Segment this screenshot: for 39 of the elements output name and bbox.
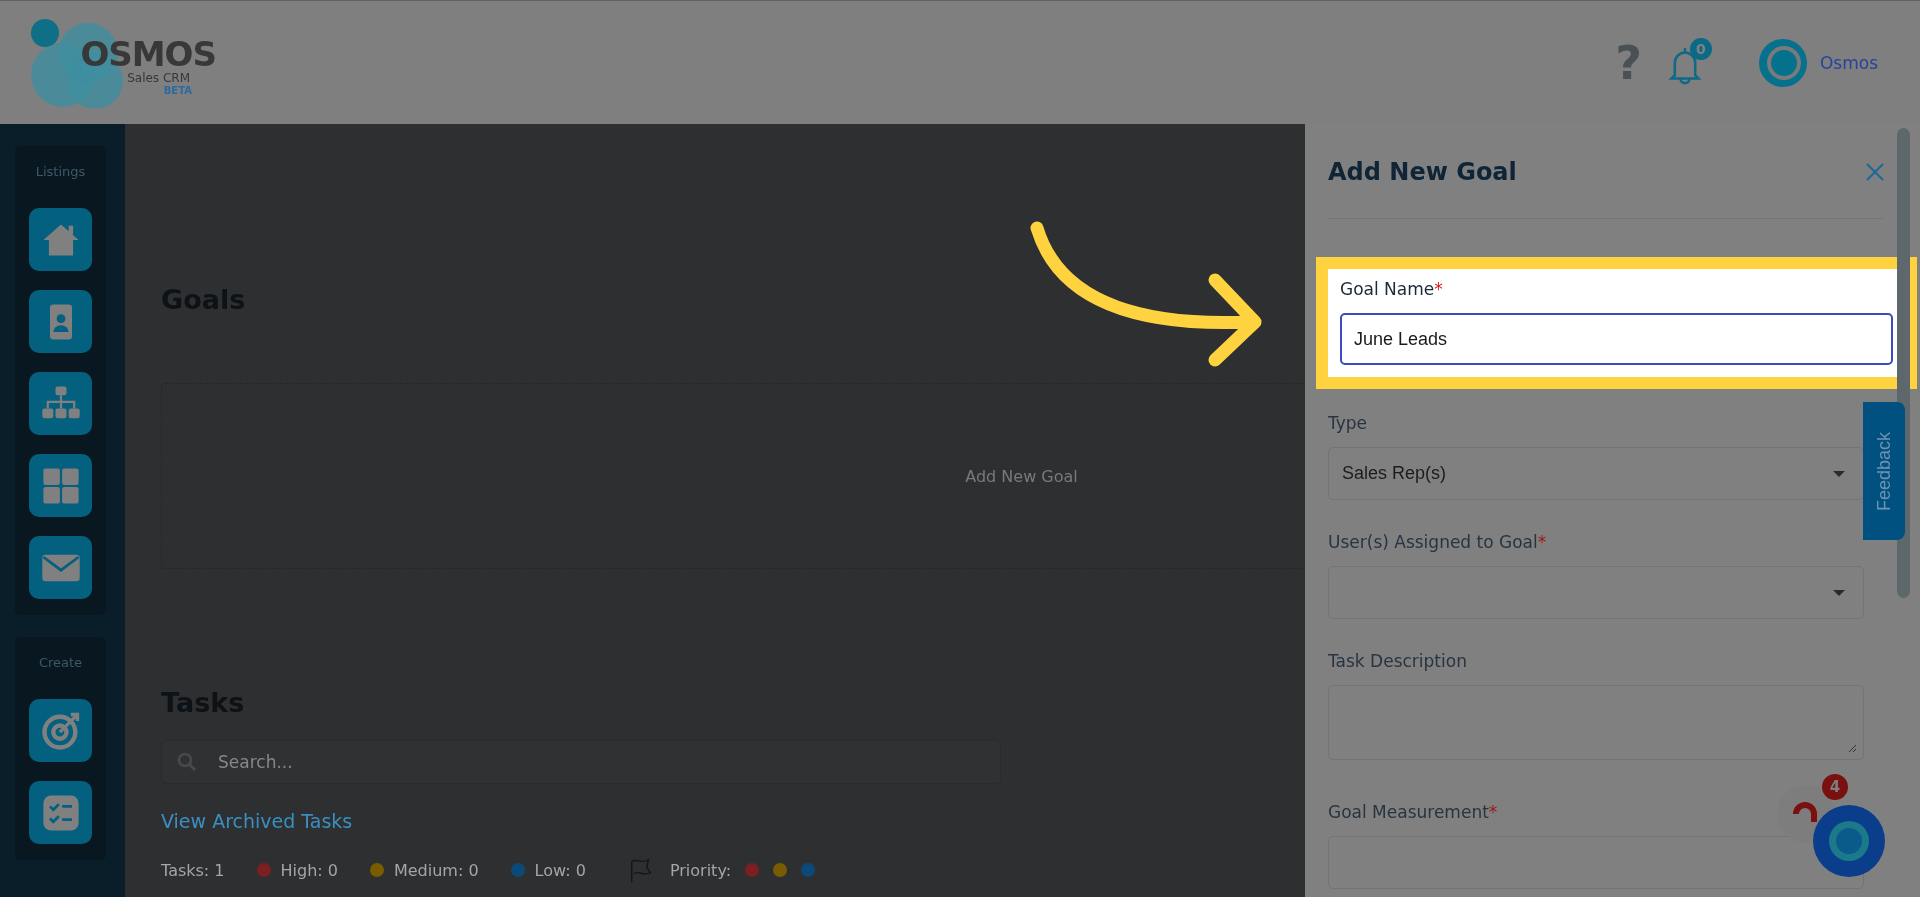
add-goal-label: Add New Goal [965, 466, 1078, 486]
field-label: Task Description [1328, 651, 1467, 671]
section-title: Create [38, 655, 83, 670]
logo-subtitle: Sales CRM [127, 71, 190, 85]
field-label: Type [1328, 413, 1368, 433]
search-field[interactable]: Search... [161, 740, 1001, 784]
user-name[interactable]: Osmos [1819, 52, 1878, 73]
field-label: User(s) Assigned to Goal* [1328, 532, 1547, 552]
notification-badge: 0 [1689, 37, 1712, 60]
sidebar-button[interactable] [29, 454, 92, 517]
task-count: Tasks: 1 [161, 860, 225, 880]
chat-badge: 4 [1822, 774, 1848, 800]
panel-title: Add New Goal [1328, 158, 1517, 186]
resize-handle-icon [1847, 743, 1857, 753]
priority-dot[interactable] [745, 863, 760, 877]
assistant-button-icon[interactable] [1812, 804, 1886, 878]
priority-label: Priority: [669, 860, 732, 880]
field-label: Goal Name* [1340, 279, 1443, 299]
sidebar-button[interactable] [29, 208, 92, 271]
section-title: Listings [35, 164, 86, 179]
task-count: Medium: 0 [393, 860, 479, 880]
user-avatar-icon[interactable] [1757, 37, 1808, 88]
sidebar-button[interactable] [29, 372, 92, 435]
task-count: Low: 0 [534, 860, 586, 880]
sidebar-button[interactable] [29, 536, 92, 599]
priority-dot[interactable] [801, 863, 816, 877]
beta-label: BETA [163, 85, 192, 96]
help-icon[interactable]: ? [1615, 35, 1642, 90]
text-field[interactable]: June Leads [1340, 313, 1893, 365]
close-icon[interactable] [1865, 162, 1885, 182]
task-count: High: 0 [280, 860, 338, 880]
sidebar-button[interactable] [29, 290, 92, 353]
field-label: Goal Measurement* [1328, 802, 1498, 822]
priority-dot[interactable] [773, 863, 788, 877]
sidebar-button[interactable] [29, 781, 92, 844]
feedback-tab[interactable]: Feedback [1863, 402, 1905, 540]
archived-tasks-link[interactable]: View Archived Tasks [161, 810, 353, 832]
logo-text: OSMOS [80, 37, 216, 71]
sidebar-button[interactable] [29, 699, 92, 762]
